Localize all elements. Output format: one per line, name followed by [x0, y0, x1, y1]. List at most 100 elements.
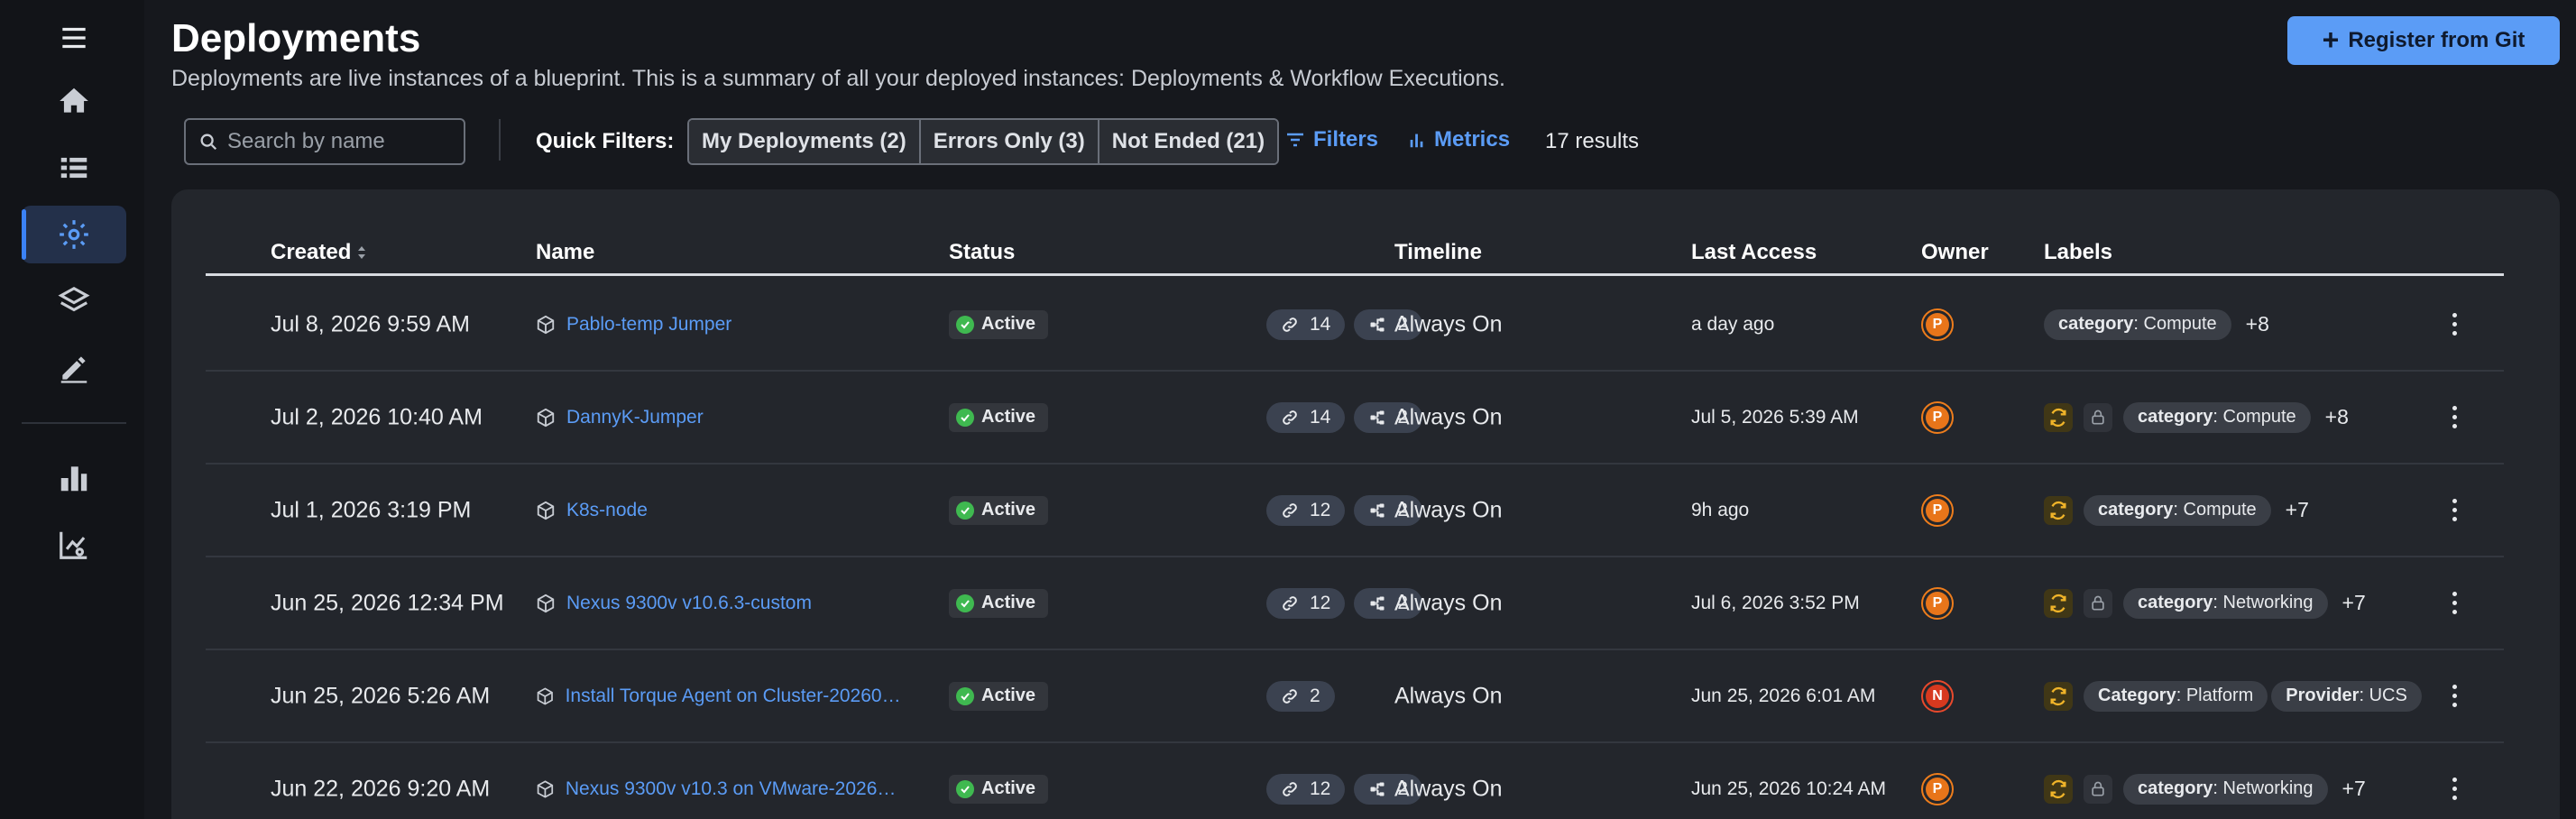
links-pill[interactable]: 12 — [1266, 494, 1346, 526]
more-labels-count[interactable]: +7 — [2342, 777, 2366, 801]
quick-filter-my-deployments[interactable]: My Deployments (2) — [689, 120, 921, 163]
column-owner[interactable]: Owner — [1921, 240, 1989, 265]
deployment-name-link[interactable]: Pablo-temp Jumper — [536, 314, 731, 336]
kebab-icon[interactable] — [2443, 400, 2465, 436]
check-icon — [956, 408, 974, 427]
links-pill[interactable]: 14 — [1266, 401, 1346, 433]
deployments-icon[interactable] — [22, 206, 126, 263]
label-key: category — [2138, 778, 2213, 798]
timeline-value: Always On — [1394, 776, 1503, 801]
label-key: category — [2138, 407, 2213, 427]
label-chip[interactable]: Category: Platform — [2084, 680, 2268, 712]
owner-initial: P — [1926, 777, 1949, 801]
kebab-icon[interactable] — [2443, 307, 2465, 343]
status-label: Active — [981, 314, 1036, 334]
cube-icon — [537, 686, 553, 705]
metrics-button[interactable]: Metrics — [1407, 127, 1510, 152]
owner-avatar[interactable]: P — [1921, 493, 1954, 527]
deployment-name-link[interactable]: Nexus 9300v v10.6.3-custom — [536, 593, 812, 614]
label-value: Compute — [2222, 407, 2296, 427]
sync-icon[interactable] — [2044, 402, 2073, 432]
links-pill[interactable]: 12 — [1266, 773, 1346, 805]
owner-initial: P — [1926, 498, 1949, 522]
deployment-name: Nexus 9300v v10.3 on VMware-2026062... — [565, 778, 906, 799]
column-timeline[interactable]: Timeline — [1394, 240, 1482, 265]
kebab-icon[interactable] — [2443, 492, 2465, 529]
label-value: Networking — [2222, 778, 2314, 798]
blueprints-icon[interactable] — [22, 139, 126, 197]
owner-avatar[interactable]: P — [1921, 400, 1954, 434]
table-row[interactable]: Jun 25, 2026 5:26 AM Install Torque Agent… — [206, 650, 2504, 743]
table-header: Created Name Status Timeline Last Access… — [206, 224, 2504, 276]
table-row[interactable]: Jun 25, 2026 12:34 PM Nexus 9300v v10.6.3… — [206, 557, 2504, 650]
menu-icon[interactable] — [22, 9, 126, 67]
table-row[interactable]: Jun 22, 2026 9:20 AM Nexus 9300v v10.3 on… — [206, 743, 2504, 819]
status-badge: Active — [949, 588, 1049, 618]
link-icon — [1283, 410, 1297, 425]
kebab-icon[interactable] — [2443, 678, 2465, 714]
search-input[interactable] — [227, 129, 453, 154]
timeline-value: Always On — [1394, 683, 1503, 708]
label-chip[interactable]: Provider: UCS — [2271, 680, 2422, 712]
deployment-name: Nexus 9300v v10.6.3-custom — [566, 592, 812, 613]
table-row[interactable]: Jul 8, 2026 9:59 AM Pablo-temp Jumper Acti… — [206, 279, 2504, 372]
owner-avatar[interactable]: P — [1921, 586, 1954, 620]
quick-filter-not-ended[interactable]: Not Ended (21) — [1099, 120, 1278, 163]
deployment-name-link[interactable]: Install Torque Agent on Cluster-20260603… — [536, 686, 906, 707]
link-icon — [1283, 317, 1297, 332]
more-labels-count[interactable]: +8 — [2325, 405, 2349, 429]
kebab-icon[interactable] — [2443, 771, 2465, 807]
label-key: category — [2058, 314, 2134, 334]
monitor-icon[interactable] — [22, 516, 126, 574]
owner-initial: N — [1926, 684, 1949, 708]
sync-icon[interactable] — [2044, 774, 2073, 804]
more-labels-count[interactable]: +8 — [2246, 312, 2269, 336]
reports-icon[interactable] — [22, 449, 126, 507]
nodes-icon — [1370, 410, 1385, 424]
owner-avatar[interactable]: P — [1921, 772, 1954, 805]
deployment-name-link[interactable]: K8s-node — [536, 500, 648, 521]
column-last-access[interactable]: Last Access — [1691, 240, 1817, 265]
label-chip[interactable]: category: Compute — [2084, 494, 2271, 526]
sync-icon[interactable] — [2044, 588, 2073, 618]
filters-button[interactable]: Filters — [1284, 127, 1378, 152]
deployment-name-link[interactable]: Nexus 9300v v10.3 on VMware-2026062... — [536, 778, 906, 800]
link-icon — [1283, 502, 1297, 518]
links-pill[interactable]: 12 — [1266, 587, 1346, 619]
status-badge: Active — [949, 495, 1049, 525]
quick-filter-errors-only[interactable]: Errors Only (3) — [920, 120, 1099, 163]
register-from-git-button[interactable]: + Register from Git — [2287, 16, 2560, 65]
owner-avatar[interactable]: P — [1921, 308, 1954, 341]
sync-icon[interactable] — [2044, 681, 2073, 711]
more-labels-count[interactable]: +7 — [2286, 498, 2309, 522]
timeline-value: Always On — [1394, 590, 1503, 615]
links-pill[interactable]: 2 — [1266, 680, 1335, 712]
table-row[interactable]: Jul 2, 2026 10:40 AM DannyK-Jumper Active 1… — [206, 372, 2504, 465]
table-row[interactable]: Jul 1, 2026 3:19 PM K8s-node Active 12 2 Alwa… — [206, 465, 2504, 557]
link-icon — [1283, 688, 1297, 704]
status-label: Active — [981, 593, 1036, 612]
created-date: Jun 25, 2026 12:34 PM — [271, 590, 504, 615]
resources: 2 — [1266, 680, 1335, 712]
label-chip[interactable]: category: Networking — [2123, 587, 2328, 619]
column-created[interactable]: Created — [271, 240, 367, 265]
label-chip[interactable]: category: Compute — [2044, 308, 2231, 340]
label-key: category — [2138, 593, 2213, 612]
links-pill[interactable]: 14 — [1266, 308, 1346, 340]
check-icon — [956, 315, 974, 334]
label-chip[interactable]: category: Networking — [2123, 773, 2328, 805]
column-status[interactable]: Status — [949, 240, 1015, 265]
labels-group: category: Compute +8 — [2044, 401, 2349, 433]
status-badge: Active — [949, 402, 1049, 432]
layers-icon[interactable] — [22, 272, 126, 330]
edit-icon[interactable] — [22, 339, 126, 397]
column-labels[interactable]: Labels — [2044, 240, 2112, 265]
kebab-icon[interactable] — [2443, 585, 2465, 621]
sync-icon[interactable] — [2044, 495, 2073, 525]
label-chip[interactable]: category: Compute — [2123, 401, 2311, 433]
deployment-name-link[interactable]: DannyK-Jumper — [536, 407, 704, 428]
more-labels-count[interactable]: +7 — [2342, 591, 2366, 615]
column-name[interactable]: Name — [536, 240, 594, 265]
home-icon[interactable] — [22, 72, 126, 130]
owner-avatar[interactable]: N — [1921, 679, 1954, 713]
